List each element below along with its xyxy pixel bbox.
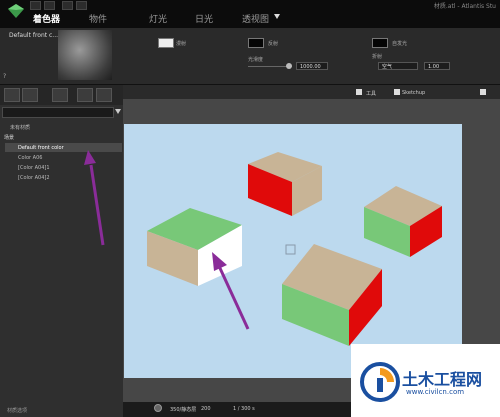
zoom-value[interactable]: 200 <box>201 406 211 412</box>
frame-counter[interactable]: 1 / 300 s <box>233 406 255 412</box>
watermark-logo-icon <box>360 362 400 402</box>
gear-icon[interactable] <box>154 404 162 412</box>
render-mode-label: 350/静态层 <box>170 407 197 413</box>
watermark-brand: 土木工程网 <box>402 370 483 389</box>
watermark-url: www.civilcn.com <box>406 388 465 396</box>
